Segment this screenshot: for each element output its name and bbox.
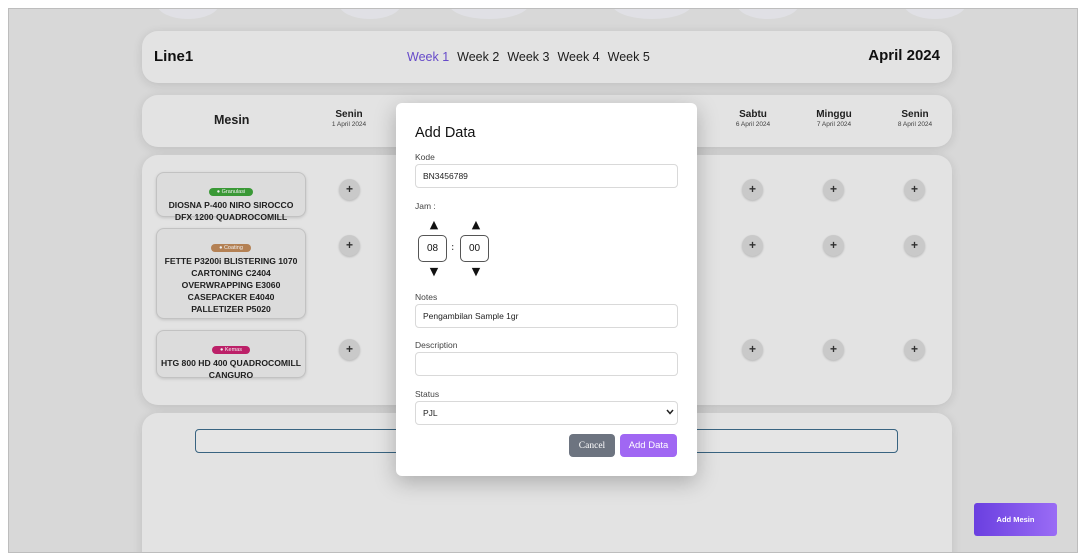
minute-picker: ▲ 00 ▼ bbox=[460, 219, 492, 278]
status-label: Status bbox=[415, 389, 440, 399]
description-input[interactable] bbox=[415, 352, 678, 376]
hour-up-arrow-icon[interactable]: ▲ bbox=[418, 219, 450, 231]
minute-down-arrow-icon[interactable]: ▼ bbox=[460, 266, 492, 278]
kode-label: Kode bbox=[415, 152, 435, 162]
cancel-button[interactable]: Cancel bbox=[569, 434, 615, 457]
add-data-button[interactable]: Add Data bbox=[620, 434, 677, 457]
minute-up-arrow-icon[interactable]: ▲ bbox=[460, 219, 492, 231]
hour-picker: ▲ 08 ▼ bbox=[418, 219, 450, 278]
notes-input[interactable] bbox=[415, 304, 678, 328]
jam-label: Jam : bbox=[415, 201, 436, 211]
modal-title: Add Data bbox=[415, 125, 476, 141]
add-data-modal: Add Data Kode Jam : ▲ 08 ▼ : ▲ 00 ▼ Note… bbox=[396, 103, 697, 476]
notes-label: Notes bbox=[415, 292, 438, 302]
hour-input[interactable]: 08 bbox=[418, 235, 447, 262]
status-select[interactable]: PJL bbox=[415, 401, 678, 425]
description-label: Description bbox=[415, 340, 458, 350]
hour-down-arrow-icon[interactable]: ▼ bbox=[418, 266, 450, 278]
time-separator: : bbox=[451, 242, 455, 253]
kode-input[interactable] bbox=[415, 164, 678, 188]
minute-input[interactable]: 00 bbox=[460, 235, 489, 262]
add-mesin-button[interactable]: Add Mesin bbox=[974, 503, 1057, 536]
